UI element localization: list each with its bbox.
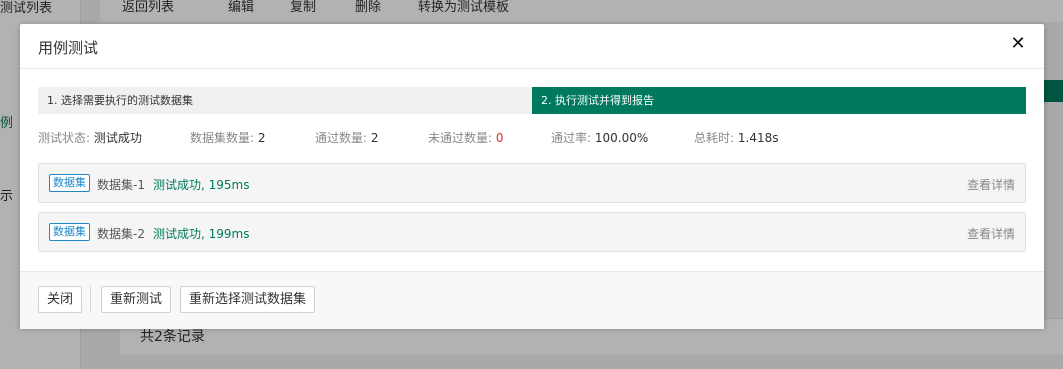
modal-title: 用例测试 bbox=[38, 39, 99, 57]
stat-status-label: 测试状态: bbox=[38, 131, 91, 145]
reselect-datasets-button[interactable]: 重新选择测试数据集 bbox=[180, 286, 316, 313]
dataset-result: 测试成功, 195ms bbox=[153, 178, 250, 192]
case-test-modal: 用例测试 ✕ 1. 选择需要执行的测试数据集 2. 执行测试并得到报告 测试状态… bbox=[20, 24, 1044, 329]
close-icon[interactable]: ✕ bbox=[1010, 35, 1026, 53]
step-2-execute-report: 2. 执行测试并得到报告 bbox=[532, 87, 1026, 114]
dataset-row: 数据集 数据集-2 测试成功, 199ms 查看详情 bbox=[38, 212, 1026, 252]
stat-duration: 总耗时: 1.418s bbox=[694, 129, 778, 146]
modal-header: 用例测试 ✕ bbox=[20, 24, 1044, 69]
footer-divider bbox=[90, 286, 91, 313]
stat-status-value: 测试成功 bbox=[93, 131, 142, 145]
retest-button[interactable]: 重新测试 bbox=[101, 286, 172, 313]
stat-fail-count-value: 0 bbox=[495, 131, 504, 145]
dataset-tag: 数据集 bbox=[49, 223, 90, 241]
stat-dataset-count-value: 2 bbox=[257, 131, 266, 145]
stat-status: 测试状态: 测试成功 bbox=[38, 129, 142, 146]
stat-pass-rate-label: 通过率: bbox=[551, 131, 592, 145]
view-detail-link[interactable]: 查看详情 bbox=[967, 176, 1015, 193]
stat-dataset-count: 数据集数量: 2 bbox=[190, 129, 266, 146]
dataset-tag: 数据集 bbox=[49, 174, 90, 192]
view-detail-link[interactable]: 查看详情 bbox=[967, 225, 1015, 242]
stat-pass-rate: 通过率: 100.00% bbox=[551, 129, 648, 146]
dataset-result: 测试成功, 199ms bbox=[153, 227, 250, 241]
stat-fail-count: 未通过数量: 0 bbox=[428, 129, 504, 146]
stat-dataset-count-label: 数据集数量: bbox=[190, 131, 255, 145]
stat-pass-count-label: 通过数量: bbox=[315, 131, 368, 145]
stat-duration-value: 1.418s bbox=[737, 131, 779, 145]
dataset-name: 数据集-2 bbox=[97, 227, 145, 241]
stat-pass-count: 通过数量: 2 bbox=[315, 129, 379, 146]
stat-pass-rate-value: 100.00% bbox=[594, 131, 649, 145]
step-1-select-datasets: 1. 选择需要执行的测试数据集 bbox=[38, 87, 532, 114]
close-button[interactable]: 关闭 bbox=[38, 286, 83, 313]
stat-pass-count-value: 2 bbox=[370, 131, 379, 145]
stat-fail-count-label: 未通过数量: bbox=[428, 131, 493, 145]
dataset-name: 数据集-1 bbox=[97, 178, 145, 192]
dataset-row: 数据集 数据集-1 测试成功, 195ms 查看详情 bbox=[38, 163, 1026, 203]
step-indicator: 1. 选择需要执行的测试数据集 2. 执行测试并得到报告 bbox=[38, 87, 1026, 114]
stat-duration-label: 总耗时: bbox=[694, 131, 735, 145]
modal-footer: 关闭 重新测试 重新选择测试数据集 bbox=[20, 271, 1044, 329]
